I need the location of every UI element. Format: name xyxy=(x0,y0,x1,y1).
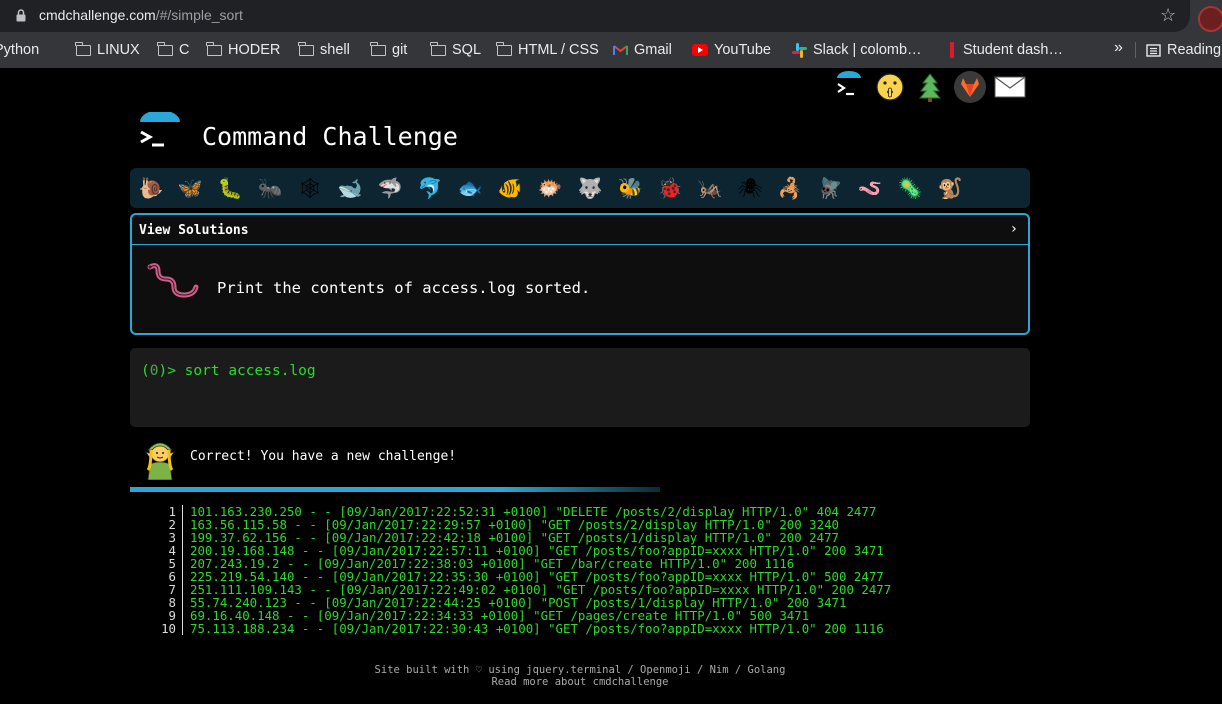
bookmark-student-dashboard[interactable]: Student dash… xyxy=(947,39,1063,61)
youtube-icon xyxy=(692,44,708,56)
butterfly-icon[interactable]: 🦋 xyxy=(177,176,203,202)
elf-icon xyxy=(145,442,175,480)
chevron-right-icon[interactable]: › xyxy=(1010,221,1018,237)
prompt-close: )> xyxy=(158,363,185,379)
line-text: 75.113.188.234 - - [09/Jan/2017:22:30:43… xyxy=(190,621,884,636)
prompt-open: ( xyxy=(141,363,150,379)
folder-icon xyxy=(370,41,386,56)
ladybug-icon[interactable]: 🐞 xyxy=(657,176,683,202)
dolphin-icon[interactable]: 🐬 xyxy=(417,176,443,202)
bookmark-c[interactable]: C xyxy=(157,39,190,61)
whale-icon[interactable]: 🐋 xyxy=(337,176,363,202)
bookmark-reading-list[interactable]: Reading xyxy=(1146,39,1221,61)
tree-icon[interactable] xyxy=(913,70,947,104)
bookmark-youtube[interactable]: YouTube xyxy=(692,39,771,61)
bookmark-label: git xyxy=(392,42,408,58)
wolf-icon[interactable]: 🐺 xyxy=(577,176,603,202)
bookmark-label: Reading xyxy=(1167,42,1222,58)
bookmark-git[interactable]: git xyxy=(370,39,408,61)
microbe-icon[interactable]: 🦠 xyxy=(897,176,923,202)
spider-icon[interactable]: 🕷 xyxy=(737,176,763,202)
bookmark-label: Python xyxy=(0,42,40,58)
gmail-icon xyxy=(613,44,628,55)
folder-icon xyxy=(157,41,173,56)
challenge-description: Print the contents of access.log sorted. xyxy=(217,279,591,297)
folder-icon xyxy=(75,41,91,56)
page-title: Command Challenge xyxy=(202,122,458,151)
bookmark-sql[interactable]: SQL xyxy=(430,39,482,61)
bee-icon[interactable]: 🐝 xyxy=(617,176,643,202)
url-domain: cmdchallenge.com xyxy=(39,7,156,23)
fly-icon[interactable]: 🪰 xyxy=(817,176,843,202)
bookmark-label: C xyxy=(179,42,190,58)
blowfish-icon[interactable]: 🐡 xyxy=(537,176,563,202)
bookmark-label: Slack | colomb… xyxy=(813,42,922,58)
bookmark-hoder[interactable]: HODER xyxy=(206,39,281,61)
spider-web-icon[interactable]: 🕸 xyxy=(297,176,323,202)
slack-icon xyxy=(792,42,807,58)
view-solutions-label[interactable]: View Solutions xyxy=(139,223,249,238)
worm-icon[interactable]: 🪱 xyxy=(857,176,883,202)
bookmark-linux[interactable]: LINUX xyxy=(75,39,140,61)
bookmark-label: Student dash… xyxy=(963,42,1063,58)
challenge-panel: View Solutions › Print the contents of a… xyxy=(130,213,1030,335)
bookmark-label: YouTube xyxy=(714,42,771,58)
line-number: 10 xyxy=(161,621,176,636)
shark-icon[interactable]: 🦈 xyxy=(377,176,403,202)
challenge-navigation-bar: 🐌 🦋 🐛 🐜 🕸 🐋 🦈 🐬 🐟 🐠 🐡 🐺 🐝 🐞 🦗 🕷 🦂 🪰 🪱 🦠 … xyxy=(130,168,1030,208)
monkey-icon[interactable]: 🐒 xyxy=(937,176,963,202)
caterpillar-icon[interactable]: 🐛 xyxy=(217,176,243,202)
folder-icon xyxy=(496,41,512,56)
shushing-face-icon[interactable] xyxy=(873,70,907,104)
bookmark-html-css[interactable]: HTML / CSS xyxy=(496,39,599,61)
progress-bar xyxy=(130,487,660,492)
bookmark-label: LINUX xyxy=(97,42,140,58)
envelope-icon[interactable] xyxy=(993,70,1027,104)
bookmark-label: SQL xyxy=(452,42,482,58)
terminal-command: sort access.log xyxy=(184,363,316,379)
command-output: 1 101.163.230.250 - - [09/Jan/2017:22:52:… xyxy=(130,505,1030,635)
folder-icon xyxy=(298,41,314,56)
url-path: /#/simple_sort xyxy=(155,7,243,23)
site-top-icons xyxy=(0,70,1222,106)
ant-icon[interactable]: 🐜 xyxy=(257,176,283,202)
output-line: 10 75.113.188.234 - - [09/Jan/2017:22:30:… xyxy=(130,622,1030,635)
bookmark-shell[interactable]: shell xyxy=(298,39,350,61)
terminal[interactable]: (0)> sort access.log xyxy=(130,348,1030,427)
bookmarks-bar: Python LINUX C HODER shell git SQL HTML xyxy=(0,36,1222,64)
address-bar[interactable]: cmdchallenge.com/#/simple_sort ☆ xyxy=(0,0,1190,32)
bookmarks-divider xyxy=(1135,42,1136,58)
bookmark-label: HODER xyxy=(228,42,281,58)
bookmark-python[interactable]: Python xyxy=(0,39,39,61)
bookmark-label: Gmail xyxy=(634,42,672,58)
lock-icon[interactable] xyxy=(16,9,26,22)
scorpion-icon[interactable]: 🦂 xyxy=(777,176,803,202)
bookmark-slack[interactable]: Slack | colomb… xyxy=(792,39,922,61)
bookmark-label: shell xyxy=(320,42,350,58)
terminal-logo-icon[interactable] xyxy=(832,70,866,104)
student-icon xyxy=(950,42,954,58)
profile-avatar[interactable] xyxy=(1198,6,1222,32)
url-text[interactable]: cmdchallenge.com/#/simple_sort xyxy=(39,7,243,23)
success-message: Correct! You have a new challenge! xyxy=(190,449,457,464)
terminal-prompt-line[interactable]: (0)> sort access.log xyxy=(141,363,316,379)
folder-icon xyxy=(206,41,222,56)
footer-credits: Site built with ♡ using jquery.terminal … xyxy=(374,664,786,676)
bookmarks-overflow-chevron[interactable]: » xyxy=(1114,39,1123,57)
snail-icon[interactable]: 🐌 xyxy=(138,176,164,202)
cricket-icon[interactable]: 🦗 xyxy=(697,176,723,202)
fish-icon[interactable]: 🐟 xyxy=(457,176,483,202)
browser-chrome: cmdchallenge.com/#/simple_sort ☆ Python … xyxy=(0,0,1222,68)
folder-icon xyxy=(430,41,446,56)
command-challenge-logo-icon[interactable] xyxy=(138,112,182,156)
gitlab-icon[interactable] xyxy=(953,70,987,104)
tropical-fish-icon[interactable]: 🐠 xyxy=(497,176,523,202)
reading-list-icon xyxy=(1146,43,1161,57)
footer-read-more-link[interactable]: Read more about cmdchallenge xyxy=(0,676,1160,688)
bookmark-label: HTML / CSS xyxy=(518,42,599,58)
worm-icon xyxy=(147,263,199,298)
view-solutions-header[interactable]: View Solutions › xyxy=(132,215,1028,245)
bookmark-gmail[interactable]: Gmail xyxy=(613,39,672,61)
bookmark-star-icon[interactable]: ☆ xyxy=(1160,5,1176,26)
